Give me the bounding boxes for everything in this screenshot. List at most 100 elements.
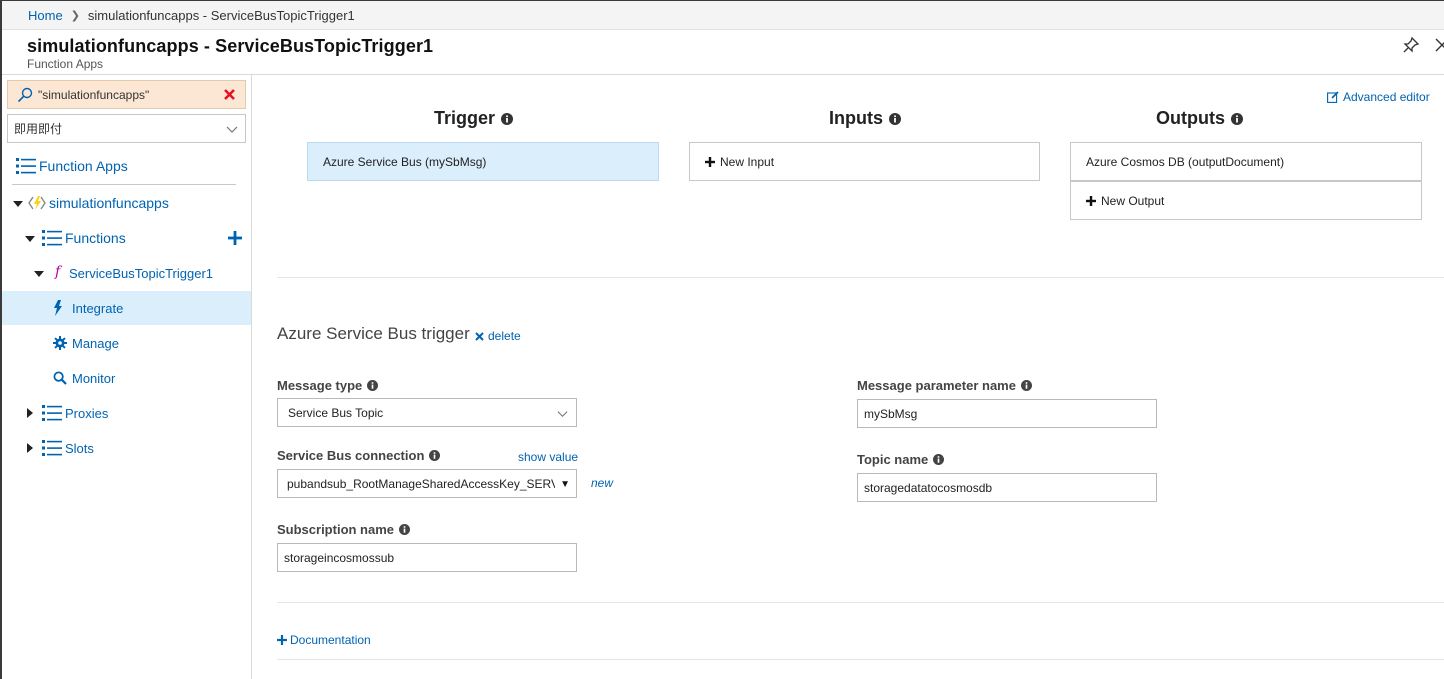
breadcrumb: Home ❯ simulationfuncapps - ServiceBusTo… [2,1,1444,30]
list-icon [16,158,36,174]
plus-icon [277,635,287,645]
new-input-label: New Input [720,154,775,169]
output-binding-label: Azure Cosmos DB (outputDocument) [1086,154,1285,169]
info-icon[interactable] [367,380,379,391]
connection-label: Service Bus connection [277,448,441,463]
documentation-label: Documentation [290,633,371,647]
param-name-input[interactable]: mySbMsg [857,399,1157,428]
section-divider [277,602,1444,603]
info-icon[interactable] [933,454,945,465]
new-input-button[interactable]: New Input [689,142,1040,181]
list-icon [42,230,62,246]
sidebar-item-integrate[interactable]: Integrate [2,291,251,325]
info-icon[interactable] [1231,112,1243,125]
breadcrumb-current: simulationfuncapps - ServiceBusTopicTrig… [87,7,355,23]
sidebar-item-label: simulationfuncapps [49,195,169,211]
output-binding-item[interactable]: Azure Cosmos DB (outputDocument) [1070,142,1422,181]
advanced-editor-link[interactable]: Advanced editor [1327,90,1430,104]
sidebar: "simulationfuncapps" 即用即付 Function Apps … [2,75,252,679]
function-icon: f [55,264,61,280]
add-function-icon[interactable] [228,231,242,245]
message-type-select[interactable]: Service Bus Topic [277,398,577,427]
advanced-editor-label: Advanced editor [1343,90,1430,104]
caret-right-icon[interactable] [25,443,35,453]
sidebar-item-label: Functions [65,230,126,246]
connection-value: pubandsub_RootManageSharedAccessKey_SERV… [287,476,555,491]
section-title: Azure Service Bus trigger [277,324,470,343]
sidebar-item-label: Integrate [72,300,124,316]
list-icon [42,440,62,456]
sidebar-item-label: ServiceBusTopicTrigger1 [69,265,214,281]
new-output-button[interactable]: New Output [1070,181,1422,220]
subscription-filter-value: 即用即付 [14,122,63,136]
inputs-heading-label: Inputs [829,108,883,128]
delete-binding-link[interactable]: delete [475,329,521,343]
search-icon [53,371,67,385]
close-icon[interactable] [1433,36,1444,54]
subscription-name-input[interactable]: storageincosmossub [277,543,577,572]
caret-down-icon[interactable] [13,199,23,209]
outputs-heading: Outputs [1156,108,1243,129]
sidebar-item-function[interactable]: f ServiceBusTopicTrigger1 [2,256,251,290]
search-input-value: "simulationfuncapps" [38,87,150,102]
pin-icon[interactable] [1402,36,1420,54]
param-name-label: Message parameter name [857,378,1032,393]
trigger-heading-label: Trigger [434,108,496,128]
subscription-name-value: storageincosmossub [284,550,395,565]
message-type-value: Service Bus Topic [288,405,384,420]
main-content: Advanced editor Trigger Inputs Outputs A… [253,75,1444,679]
search-input[interactable]: "simulationfuncapps" [7,80,246,109]
info-icon[interactable] [1020,380,1032,391]
info-icon[interactable] [501,112,514,125]
topic-name-label: Topic name [857,452,945,467]
plus-icon [705,156,715,167]
subscription-filter-select[interactable]: 即用即付 [7,114,246,143]
sidebar-divider [12,184,236,185]
sidebar-item-monitor[interactable]: Monitor [2,361,251,395]
plus-icon [1086,195,1096,206]
gear-icon [53,336,67,350]
connection-label-text: Service Bus connection [277,448,425,463]
show-value-link[interactable]: show value [518,450,578,464]
info-icon[interactable] [889,112,901,125]
page-subtitle: Function Apps [27,57,104,71]
sidebar-item-functions[interactable]: Functions [2,221,251,255]
sidebar-item-slots[interactable]: Slots [2,431,251,465]
new-output-label: New Output [1101,193,1165,208]
info-icon[interactable] [429,450,441,461]
lightning-icon [54,300,62,316]
topic-name-input[interactable]: storagedatatocosmosdb [857,473,1157,502]
list-icon [42,405,62,421]
subscription-label: Subscription name [277,522,411,537]
breadcrumb-home-link[interactable]: Home [28,8,63,23]
topic-name-label-text: Topic name [857,452,929,467]
info-icon[interactable] [399,524,411,535]
documentation-link[interactable]: Documentation [277,633,371,647]
caret-down-icon[interactable] [34,269,44,279]
clear-search-icon[interactable] [223,88,236,101]
sidebar-item-label: Proxies [65,405,109,421]
sidebar-item-manage[interactable]: Manage [2,326,251,360]
inputs-heading: Inputs [829,108,901,129]
sidebar-item-label: Slots [65,440,94,456]
blade-header: simulationfuncapps - ServiceBusTopicTrig… [2,30,1444,75]
function-app-icon [28,196,46,210]
connection-select[interactable]: pubandsub_RootManageSharedAccessKey_SERV… [277,469,577,498]
sidebar-item-function-app[interactable]: simulationfuncapps [2,186,251,220]
caret-down-icon[interactable] [25,234,35,244]
sidebar-item-label: Monitor [72,370,116,386]
trigger-binding-item[interactable]: Azure Service Bus (mySbMsg) [307,142,659,181]
topic-name-value: storagedatatocosmosdb [864,480,993,495]
trigger-binding-label: Azure Service Bus (mySbMsg) [323,154,487,169]
caret-down-icon: ▼ [560,479,570,490]
sidebar-item-label: Manage [72,335,119,351]
message-type-label-text: Message type [277,378,363,393]
new-connection-link[interactable]: new [591,476,613,490]
sidebar-item-function-apps[interactable]: Function Apps [2,149,251,183]
outputs-heading-label: Outputs [1156,108,1225,128]
caret-right-icon[interactable] [25,408,35,418]
close-icon [475,331,484,341]
subscription-label-text: Subscription name [277,522,395,537]
page-title: simulationfuncapps - ServiceBusTopicTrig… [27,36,434,56]
sidebar-item-proxies[interactable]: Proxies [2,396,251,430]
